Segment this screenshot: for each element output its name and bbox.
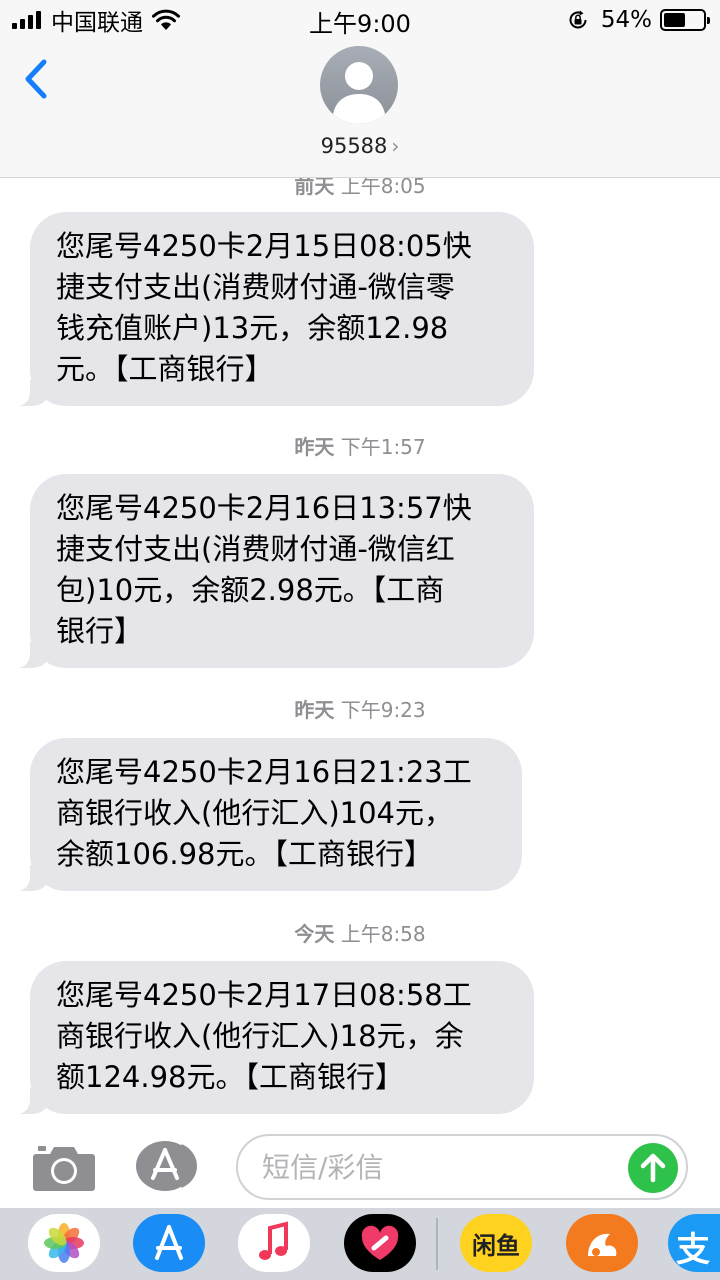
- back-chevron-icon[interactable]: [18, 54, 58, 104]
- music-icon[interactable]: [238, 1214, 310, 1272]
- battery-icon: [660, 9, 710, 31]
- message-line: 商银行收入(他行汇入)104元，: [56, 796, 453, 830]
- message-line: 银行】: [56, 614, 144, 648]
- battery-fill: [664, 13, 685, 27]
- message-bubble[interactable]: 您尾号4250卡2月16日21:23工 商银行收入(他行汇入)104元， 余额1…: [4, 738, 522, 891]
- contact-name: 95588: [320, 134, 388, 158]
- drawer-divider: [436, 1218, 438, 1270]
- timestamp: 今天 上午8:58: [0, 918, 720, 947]
- timestamp: 前天 上午8:05: [0, 178, 720, 199]
- music-note-icon: [259, 1221, 288, 1260]
- message-bubble[interactable]: 您尾号4250卡2月16日13:57快 捷支付支出(消费财付通-微信红 包)10…: [4, 474, 534, 668]
- message-line: 额124.98元。【工商银行】: [56, 1060, 404, 1094]
- photos-petals-icon: [44, 1223, 84, 1263]
- timestamp-time: 下午1:57: [340, 435, 426, 459]
- status-right: 54%: [567, 6, 710, 34]
- message-line: 捷支付支出(消费财付通-微信零: [56, 270, 455, 304]
- contact-name-button[interactable]: 95588 ›: [0, 134, 720, 158]
- message-line: 商银行收入(他行汇入)18元，余: [56, 1019, 464, 1053]
- message-input-field[interactable]: [236, 1134, 688, 1200]
- chevron-right-icon: ›: [391, 134, 400, 158]
- timestamp-day: 前天: [294, 178, 335, 198]
- uc-squirrel-icon: [588, 1233, 617, 1256]
- rotation-lock-icon: [569, 10, 587, 29]
- timestamp-time: 上午8:58: [340, 922, 426, 946]
- message-bubble[interactable]: 您尾号4250卡2月17日08:58工 商银行收入(他行汇入)18元，余 额12…: [4, 961, 534, 1114]
- message-line: 您尾号4250卡2月17日08:58工: [56, 978, 472, 1012]
- message-line: 余额106.98元。【工商银行】: [56, 837, 433, 871]
- timestamp: 昨天 下午9:23: [0, 694, 720, 723]
- message-line: 钱充值账户)13元，余额12.98: [56, 311, 449, 345]
- message-line: 您尾号4250卡2月15日08:05快: [56, 229, 472, 263]
- message-thread[interactable]: 前天 上午8:05 您尾号4250卡2月15日08:05快 捷支付支出(消费财付…: [0, 178, 720, 1118]
- compose-bar: [0, 1118, 720, 1208]
- alipay-glyph: 支: [676, 1230, 710, 1270]
- timestamp-day: 昨天: [294, 435, 335, 459]
- xianyu-icon[interactable]: 闲鱼: [460, 1214, 532, 1272]
- message-line: 元。【工商银行】: [56, 352, 274, 386]
- imessage-app-drawer: 闲鱼 支: [0, 1208, 720, 1280]
- uc-browser-icon[interactable]: [566, 1214, 638, 1272]
- timestamp: 昨天 下午1:57: [0, 431, 720, 460]
- camera-icon[interactable]: [32, 1142, 96, 1192]
- alipay-icon[interactable]: 支: [668, 1214, 720, 1272]
- app-store-a-icon: [155, 1225, 183, 1260]
- timestamp-day: 今天: [294, 922, 335, 946]
- xianyu-label: 闲鱼: [472, 1232, 520, 1260]
- heart-touch-icon: [361, 1225, 399, 1260]
- photos-icon[interactable]: [28, 1214, 100, 1272]
- message-line: 包)10元，余额2.98元。【工商: [56, 573, 445, 607]
- message-bubble[interactable]: 您尾号4250卡2月15日08:05快 捷支付支出(消费财付通-微信零 钱充值账…: [4, 212, 534, 406]
- app-store-icon[interactable]: [133, 1214, 205, 1272]
- person-silhouette-icon: [332, 62, 386, 124]
- send-button[interactable]: [628, 1143, 678, 1193]
- timestamp-time: 上午8:05: [340, 178, 426, 198]
- timestamp-time: 下午9:23: [340, 698, 426, 722]
- contact-avatar-icon[interactable]: [320, 46, 398, 124]
- message-input[interactable]: [262, 1144, 622, 1190]
- conversation-header: 95588 ›: [0, 40, 720, 178]
- digital-touch-icon[interactable]: [344, 1214, 416, 1272]
- status-bar: 中国联通 上午9:00 54%: [0, 0, 720, 40]
- send-arrow-icon: [640, 1153, 666, 1183]
- app-store-icon[interactable]: [135, 1140, 201, 1192]
- timestamp-day: 昨天: [294, 698, 335, 722]
- message-line: 捷支付支出(消费财付通-微信红: [56, 532, 455, 566]
- message-line: 您尾号4250卡2月16日21:23工: [56, 755, 472, 789]
- message-line: 您尾号4250卡2月16日13:57快: [56, 491, 472, 525]
- battery-percent: 54%: [600, 7, 652, 33]
